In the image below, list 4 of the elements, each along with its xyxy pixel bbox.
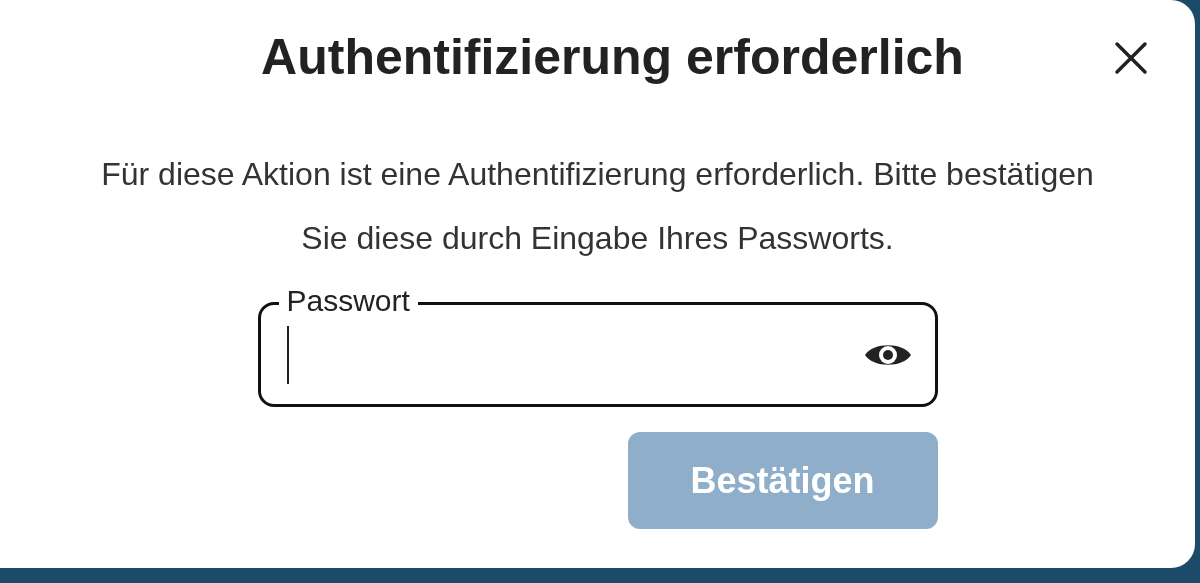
close-icon bbox=[1114, 41, 1148, 75]
dialog-message: Für diese Aktion ist eine Authentifizierung erforderlich. Bitte bestätigen Sie diese durch Eingabe Ihres Passworts. bbox=[100, 155, 1095, 258]
text-cursor bbox=[286, 325, 289, 384]
dialog-title: Authentifizierung erforderlich bbox=[260, 28, 964, 87]
